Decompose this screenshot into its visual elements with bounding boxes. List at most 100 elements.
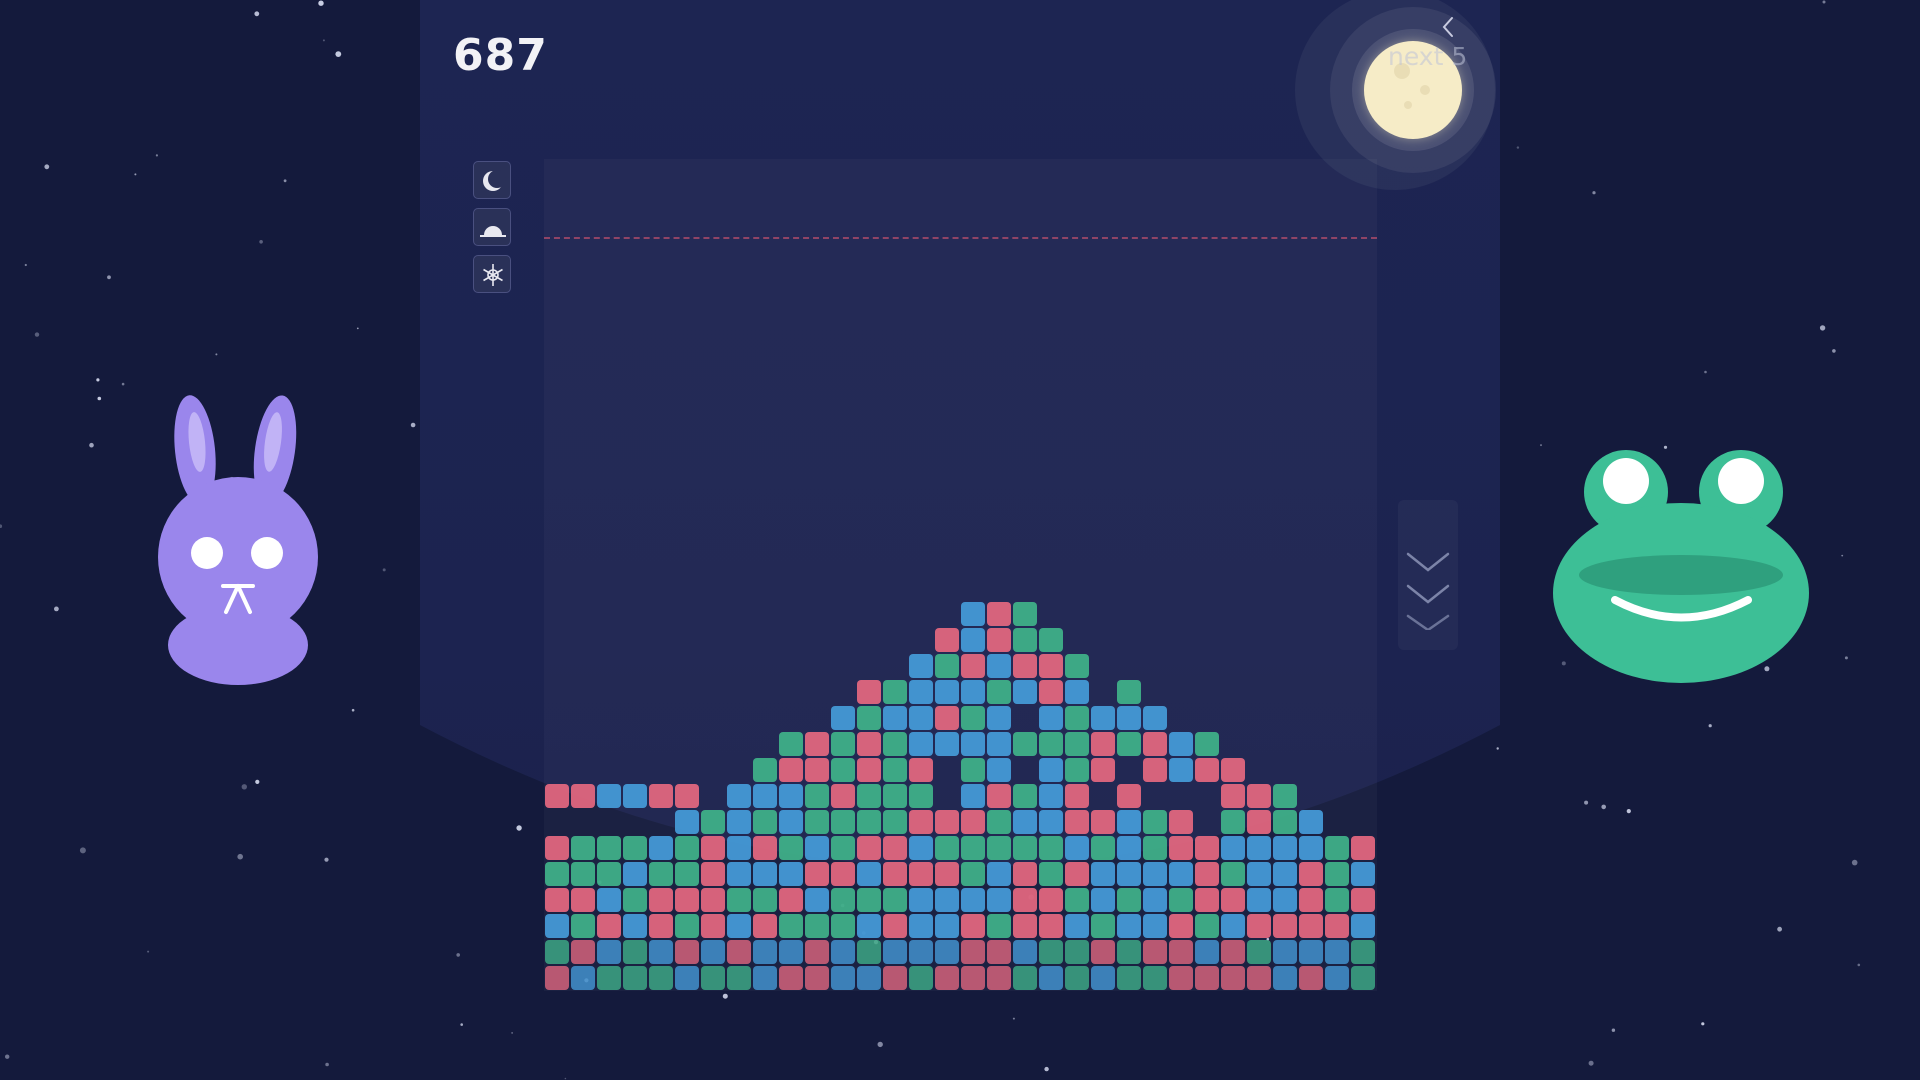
block-tile [1325, 836, 1349, 860]
block-tile [675, 810, 699, 834]
star [1832, 349, 1836, 353]
block-tile [909, 680, 933, 704]
star [1841, 554, 1844, 557]
block-tile [909, 810, 933, 834]
block-tile [1169, 940, 1193, 964]
block-tile [909, 732, 933, 756]
block-tile [623, 914, 647, 938]
block-tile [1299, 888, 1323, 912]
block-tile [1013, 784, 1037, 808]
block-tile [1273, 940, 1297, 964]
block-tile [1143, 810, 1167, 834]
block-tile [1013, 862, 1037, 886]
star [1704, 370, 1707, 374]
block-tile [961, 628, 985, 652]
block-tile [987, 602, 1011, 626]
star [147, 950, 150, 953]
block-tile [831, 914, 855, 938]
block-tile [623, 862, 647, 886]
snowflake-tool-button[interactable] [473, 255, 511, 293]
block-tile [753, 862, 777, 886]
block-tile [1273, 914, 1297, 938]
block-tile [779, 836, 803, 860]
moon-tool-button[interactable] [473, 161, 511, 199]
sunrise-tool-button[interactable] [473, 208, 511, 246]
star [1044, 1066, 1049, 1072]
block-tile [961, 654, 985, 678]
block-tile [1117, 732, 1141, 756]
block-tile [987, 862, 1011, 886]
star [254, 11, 260, 17]
block-tile [1221, 914, 1245, 938]
block-tile [571, 784, 595, 808]
block-tile [1013, 940, 1037, 964]
block-tile [1195, 914, 1219, 938]
block-tile [1065, 654, 1089, 678]
block-tile [961, 732, 985, 756]
star [1012, 1017, 1015, 1020]
block-tile [597, 940, 621, 964]
star [97, 396, 102, 401]
block-tile [935, 732, 959, 756]
block-tile [805, 862, 829, 886]
block-tile [909, 758, 933, 782]
block-tile [701, 888, 725, 912]
block-tile [727, 888, 751, 912]
star [255, 779, 260, 785]
block-tile [649, 888, 673, 912]
block-tile [1221, 784, 1245, 808]
block-tile [961, 784, 985, 808]
block-tile [987, 784, 1011, 808]
bunny-character [158, 395, 318, 685]
block-tile [1117, 940, 1141, 964]
block-tile [857, 862, 881, 886]
block-tile [1117, 836, 1141, 860]
block-tile [1195, 732, 1219, 756]
block-tile [961, 706, 985, 730]
block-tile [753, 966, 777, 990]
star [318, 0, 324, 6]
block-tile [597, 914, 621, 938]
block-tile [1299, 836, 1323, 860]
block-tile [1325, 888, 1349, 912]
block-tile [935, 680, 959, 704]
block-tile [1247, 940, 1271, 964]
block-tile [597, 836, 621, 860]
block-tile [701, 810, 725, 834]
block-tile [1195, 862, 1219, 886]
star [241, 784, 247, 790]
block-tile [1091, 758, 1115, 782]
star [460, 1023, 464, 1026]
block-tile [545, 888, 569, 912]
star [324, 857, 329, 862]
block-tile [1351, 862, 1375, 886]
block-tile [1013, 888, 1037, 912]
moon-icon [483, 170, 506, 191]
block-tile [571, 836, 595, 860]
block-tile [701, 836, 725, 860]
block-tile [805, 810, 829, 834]
block-tile [649, 784, 673, 808]
star [24, 263, 27, 267]
block-tile [1065, 966, 1089, 990]
chevron-left-icon[interactable] [1432, 10, 1466, 44]
block-tile [1065, 836, 1089, 860]
star [1777, 926, 1782, 932]
block-tile [987, 810, 1011, 834]
block-tile [883, 888, 907, 912]
block-tile [1039, 810, 1063, 834]
block-tile [1351, 888, 1375, 912]
block-tile [909, 784, 933, 808]
drop-button[interactable] [1398, 500, 1458, 650]
block-tile [987, 940, 1011, 964]
star [1857, 963, 1861, 967]
block-tile [1247, 966, 1271, 990]
block-tile [1195, 836, 1219, 860]
block-tile [571, 914, 595, 938]
block-tile [545, 966, 569, 990]
star [325, 1062, 329, 1067]
block-tile [935, 888, 959, 912]
block-tile [1351, 836, 1375, 860]
block-tile [831, 706, 855, 730]
star [1819, 325, 1826, 331]
